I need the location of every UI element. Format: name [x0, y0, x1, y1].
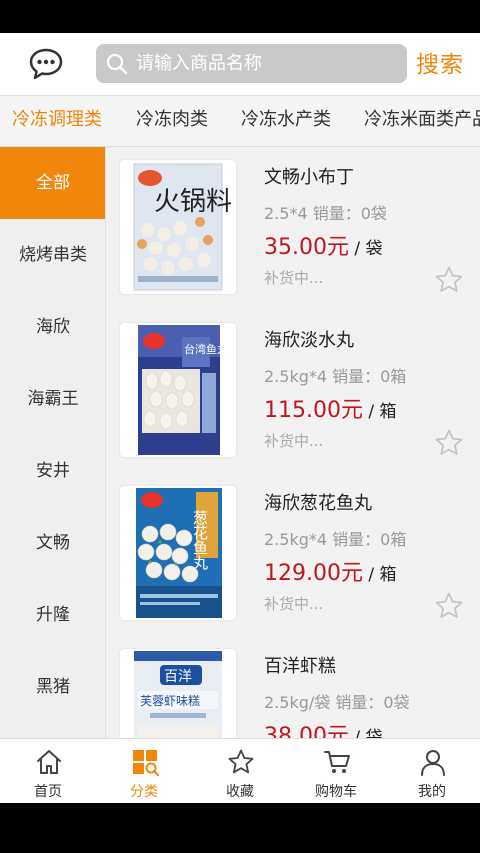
- product-card[interactable]: 百洋 芙蓉虾味糕 百洋虾糕 2.5kg/袋 销量：0袋 38.00元 / 袋: [118, 636, 480, 738]
- sidebar-item-shenglong[interactable]: 升隆: [0, 579, 105, 651]
- tab-frozen-seafood[interactable]: 冷冻水产类: [241, 96, 331, 146]
- search-input[interactable]: [136, 48, 396, 78]
- tab-frozen-meat[interactable]: 冷冻肉类: [136, 96, 208, 146]
- tab-frozen-rice-noodle[interactable]: 冷冻米面类产品: [364, 96, 480, 146]
- product-price: 115.00元 / 箱: [264, 398, 397, 423]
- product-list: 火锅料 文畅小布丁 2.5*4 销量：0袋 35.00元 / 袋 补货中...: [106, 147, 480, 738]
- bottom-navigation: 首页 分类 收藏 购物车 我的: [0, 738, 480, 803]
- chat-bubble-icon: [29, 48, 63, 80]
- product-label-text: 芙蓉虾味糕: [140, 694, 200, 708]
- product-name: 海欣葱花鱼丸: [264, 493, 372, 514]
- nav-home[interactable]: 首页: [0, 739, 96, 803]
- stock-status: 补货中...: [264, 269, 324, 287]
- product-price: 38.00元 / 袋: [264, 724, 383, 738]
- nav-label: 购物车: [315, 784, 357, 800]
- stock-status: 补货中...: [264, 595, 324, 613]
- nav-label: 我的: [418, 784, 446, 800]
- sidebar-item-bbq-skewers[interactable]: 烧烤串类: [0, 219, 105, 291]
- user-icon: [421, 750, 445, 776]
- product-card[interactable]: 火锅料 文畅小布丁 2.5*4 销量：0袋 35.00元 / 袋 补货中...: [118, 147, 480, 297]
- search-button[interactable]: 搜索: [416, 45, 464, 79]
- product-name: 海欣淡水丸: [264, 330, 354, 351]
- sidebar-item-wenchang[interactable]: 文畅: [0, 507, 105, 579]
- star-icon[interactable]: [434, 428, 464, 458]
- nav-label: 收藏: [226, 784, 254, 800]
- search-box[interactable]: [96, 44, 407, 83]
- product-image[interactable]: 百洋 芙蓉虾味糕: [120, 649, 236, 738]
- message-button[interactable]: [28, 47, 64, 81]
- product-label-text: 台湾鱼丸: [184, 342, 228, 356]
- sidebar-item-black-pork[interactable]: 黑猪: [0, 651, 105, 723]
- svg-text:百洋: 百洋: [164, 669, 192, 685]
- sidebar-item-haixin[interactable]: 海欣: [0, 291, 105, 363]
- header: 搜索: [0, 33, 480, 95]
- star-icon[interactable]: [434, 265, 464, 295]
- nav-favorites[interactable]: 收藏: [192, 739, 288, 803]
- nav-category[interactable]: 分类: [96, 739, 192, 803]
- product-card[interactable]: 台湾鱼丸 海欣淡水丸 2.5kg*4 销量：0箱 115.00元 / 箱 补货中…: [118, 310, 480, 460]
- product-label-text: 火锅料: [154, 187, 232, 217]
- product-image[interactable]: 火锅料: [120, 160, 236, 294]
- cart-icon: [324, 751, 350, 773]
- nav-label: 分类: [130, 784, 158, 800]
- star-icon[interactable]: [434, 591, 464, 621]
- category-tabs: 冷冻调理类 冷冻肉类 冷冻水产类 冷冻米面类产品: [0, 95, 480, 147]
- product-card[interactable]: 葱花鱼丸 海欣葱花鱼丸 2.5kg*4 销量：0箱 129.00元 / 箱 补货…: [118, 473, 480, 623]
- product-price: 35.00元 / 袋: [264, 235, 383, 260]
- sidebar-item-haibawang[interactable]: 海霸王: [0, 363, 105, 435]
- brand-sidebar: 全部 烧烤串类 海欣 海霸王 安井 文畅 升隆 黑猪: [0, 147, 106, 738]
- sidebar-item-all[interactable]: 全部: [0, 147, 105, 219]
- app-screen: 搜索 冷冻调理类 冷冻肉类 冷冻水产类 冷冻米面类产品 全部 烧烤串类 海欣 海…: [0, 33, 480, 803]
- product-spec: 2.5kg*4 销量：0箱: [264, 367, 407, 386]
- category-icon: [133, 750, 159, 776]
- product-name: 文畅小布丁: [264, 167, 354, 188]
- home-icon: [37, 750, 61, 774]
- status-bar: [0, 0, 480, 33]
- stock-status: 补货中...: [264, 432, 324, 450]
- product-image[interactable]: 葱花鱼丸: [120, 486, 236, 620]
- product-spec: 2.5*4 销量：0袋: [264, 204, 387, 223]
- tab-frozen-prepared[interactable]: 冷冻调理类: [12, 96, 102, 146]
- product-spec: 2.5kg/袋 销量：0袋: [264, 693, 410, 712]
- product-spec: 2.5kg*4 销量：0箱: [264, 530, 407, 549]
- product-label-text: 葱花鱼丸: [191, 510, 209, 571]
- product-name: 百洋虾糕: [264, 656, 336, 677]
- nav-label: 首页: [34, 784, 62, 800]
- system-navigation-bar: [0, 803, 480, 853]
- star-icon: [228, 749, 254, 774]
- product-image[interactable]: 台湾鱼丸: [120, 323, 236, 457]
- nav-profile[interactable]: 我的: [384, 739, 480, 803]
- nav-cart[interactable]: 购物车: [288, 739, 384, 803]
- product-price: 129.00元 / 箱: [264, 561, 397, 586]
- sidebar-item-anjing[interactable]: 安井: [0, 435, 105, 507]
- search-icon: [106, 53, 128, 75]
